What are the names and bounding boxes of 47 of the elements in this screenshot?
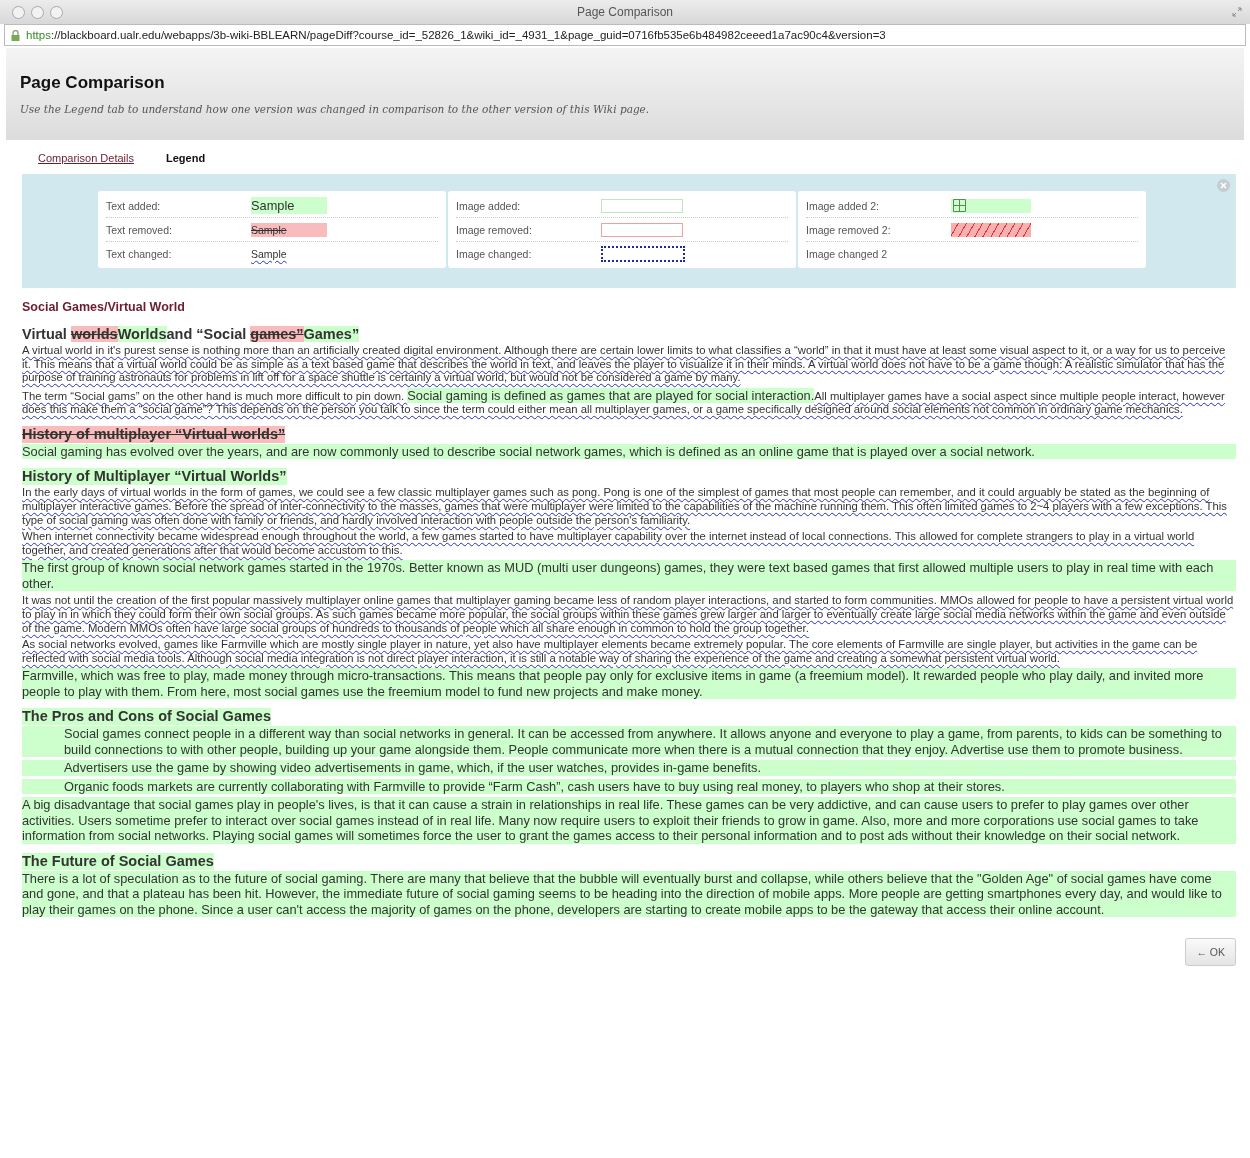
legend-label: Image added: [456,199,522,212]
section-heading: History of Multiplayer “Virtual Worlds” [22,468,287,486]
legend-label: Image changed: [456,247,533,260]
added-sample-text: Sample [251,196,327,215]
fullscreen-icon[interactable] [1232,7,1242,17]
window-zoom-button[interactable] [50,5,63,19]
close-icon[interactable] [1217,179,1230,192]
paragraph: It was not until the creation of the first popular massively multiplayer online games that multiplayer gaming became less of random player interactions, and started to form communities. MMOs allowed for people to have a persistent virtual world to play in in which they could form their own social groups. As such games became more popular, the social groups within these games grew larger and larger to eventually create large social media networks within the game and even outside of the game. Modern MMOs often have large social groups of hundreds to thousands of people which all share enough in common to hold the group together. [22,594,1235,636]
url-text: https://blackboard.ualr.edu/webapps/3b-wiki-BBLEARN/pageDiff?course_id=_52826_1&wiki_id=_4931_1&page_guid=0716fb535e6b484982ceeed1a7ac90c4&version=3 [26,29,886,41]
tab[interactable]: Legend [166,152,206,164]
paragraph: A virtual world in it's purest sense is nothing more than an artificially created digital environment. Although there are certain lower limits to what classifies a “world” in that it must have at least some visual aspect to it, or a way for us to perceive it. This means that a virtual world could be as simple as a text based game that describes the world in text, and leaves the player to visualize it in their minds. A virtual world does not have to be a game though: A realistic simulator that has the purpose of training astronauts for problems in lift off for a space shuttle is certainly a virtual world, but would not be considered a game by many. [22,344,1227,385]
changed-sample-text: Sample [251,246,288,261]
list-item: Social games connect people in a different way than social networks in general. It can be accessed from anywhere. It allows anyone and everyone to play a game, from parents, to kids can be something to build connections to with other people, building up your game alongside them. People communicate more when there is a mutual connection that they enjoy. Advertise use them to promote business. [22,726,1236,758]
legend-label: Image removed: [456,223,533,236]
paragraph: A big disadvantage that social games play in people's lives, is that it can cause a strain in relationships in real life. These games can be very addictive, and can cause users to prefer to play games over other activities. Users sometime prefer to interact over social games instead of in real life. Many now require users to exploit their friends to grow in game. Also, more and more corporations use social games to take information from social networks. Playing social games will sometimes force the user to grant the games access to their personal information and to post ads without their knowledge on their social network. [22,797,1236,844]
window-title: Page Comparison [576,5,674,19]
ok-button[interactable]: ← OK [1185,938,1236,967]
paragraph: There is a lot of speculation as to the future of social gaming. There are many that believe that the bubble will eventually burst and collapse, while others believe that the "Golden Age" of social games have come and gone, and that a plateau has been hit. However, the immediate future of social gaming seems to be heading into the direction of mobile apps. More people are getting smartphones every day, and would like to play their games on the phone. Since a user can't access the majority of games on the phone, developers are starting to create mobile apps to be the gateway that access their online account. [22,870,1236,918]
legend-label: Text changed: [106,247,173,260]
list-item: Organic foods markets are currently collaborating with Farmville to provide “Farm Cash”, cash users have to buy using real money, to players who shop at their stores. [22,778,1236,795]
legend-label: Image added 2: [806,199,880,212]
paragraph: The first group of known social network games started in the 1970s. Better known as MUD (multi user dungeons) games, they were text based games that first allowed multiple users to play in real time with each other. [22,560,1236,592]
paragraph: As social networks evolved, games like Farmville which are mostly single player in nature, yet also have multiplayer elements became extremely popular. The core elements of Farmville are single player, but activities in the game can be reflected with social media tools. Although social media integration is not direct player interaction, it is still a notable way of sharing the experience of the game and creating a somewhat persistent virtual world. [22,638,1199,666]
window-close-button[interactable] [12,5,25,19]
legend-label: Text removed: [106,223,173,236]
page-subtitle: Use the Legend tab to understand how one version was changed in comparison to the other version of this Wiki page. [20,103,651,115]
wiki-page-title: Social Games/Virtual World [22,300,186,314]
removed-sample-text: Sample [251,222,327,237]
address-bar[interactable]: https://blackboard.ualr.edu/webapps/3b-wiki-BBLEARN/pageDiff?course_id=_52826_1&wiki_id=_4931_1&page_guid=0716fb535e6b484982ceeed1a7ac90c4&version=3 [4,24,1246,46]
list-item: Advertisers use the game by showing video advertisements in game, which, if the user watches, provides in-game benefits. [22,760,1236,776]
legend-label: Image removed 2: [806,223,892,236]
window-minimize-button[interactable] [31,5,44,19]
section-heading: The Pros and Cons of Social Games [22,708,271,726]
deleted-heading: History of multiplayer “Virtual worlds” [22,425,286,443]
page-title: Page Comparison [20,73,166,93]
section-heading: The Future of Social Games [22,852,214,870]
paragraph: The term “Social gams” on the other hand is much more difficult to pin down. Social gaming is defined as games that are played for social interaction.All multiplayer games have a social aspect since multiple people interact, however does this make them a “social game”? This depends on the person you talk to since the term could either mean all multiplayer games, or a game specifically designed around social elements not common in ordinary game mechanics. [22,387,1226,417]
paragraph: In the early days of virtual worlds in the form of games, we could see a few classic multiplayer games such as pong. Pong is one of the simplest of games that most people can remember, and it could arguably be stated as the beginning of multiplayer interactive games. Before the spread of inter-connectivity to the masses, games that were multiplayer were limited to the capabilities of the machine running them. This often limited games to 2~4 players with a few exceptions. This type of social gaming was often done with family or friends, and hardly involved interaction with people outside the person's familiarity. [22,486,1228,528]
legend-label: Text added: [106,199,162,212]
legend-label: Image changed 2 [806,247,889,260]
tab[interactable]: Comparison Details [38,152,134,164]
lock-icon [11,29,20,41]
grid-icon [953,199,966,212]
paragraph: Social gaming has evolved over the years, and are now commonly used to describe social network games, which is defined as an online game that is played over a social network. [22,443,1236,460]
paragraph: When internet connectivity became widespread enough throughout the world, a few games started to have multiplayer capability over the internet instead of local connections. This allowed for complete strangers to play in a virtual world together, and created generations after that would become accustom to this. [22,530,1196,558]
section-heading: Virtual worldsWorldsand “Social games”Games” [22,326,361,343]
paragraph: Farmville, which was free to play, made money through micro-transactions. This means that people pay only for exclusive items in game (a freemium model). It rewarded people who play daily, and invited more people to play with them. From here, most social games use the freemium model to fund new projects and make money. [22,668,1236,700]
